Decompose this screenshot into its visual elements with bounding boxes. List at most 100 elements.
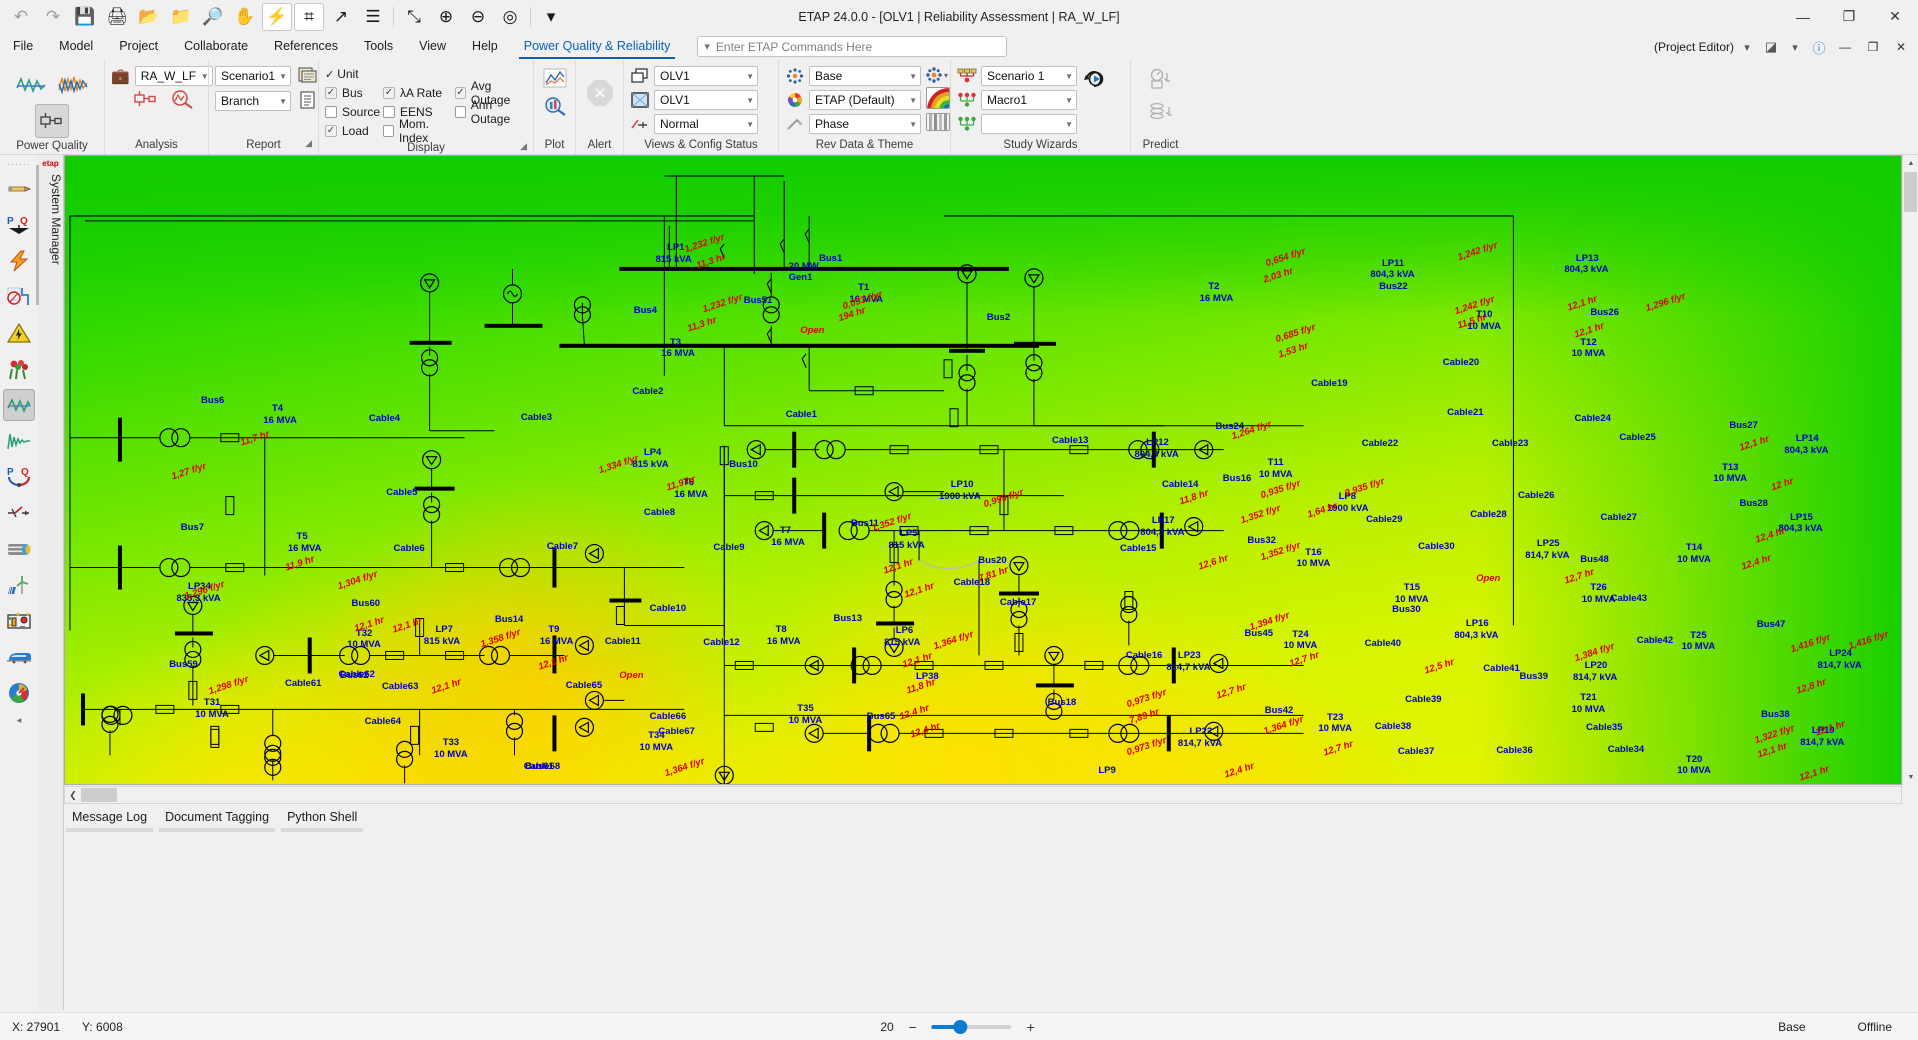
optimal-power-flow-icon[interactable]: PQ <box>3 461 35 493</box>
scroll-down-icon[interactable]: ▼ <box>1903 769 1918 785</box>
report-scenario-combo[interactable]: Scenario1 ▼ <box>215 66 291 86</box>
plot-chart-icon[interactable] <box>543 68 567 91</box>
load-flow-pq-icon[interactable]: PQ <box>3 209 35 241</box>
save-icon[interactable]: 💾 <box>70 3 100 31</box>
edit-pencil-icon[interactable] <box>3 173 35 205</box>
color-ramp-icon[interactable] <box>926 87 950 109</box>
pointer-select-icon[interactable]: ↗ <box>326 3 356 31</box>
cable-ampacity-icon[interactable] <box>3 533 35 565</box>
cable-pulling-icon[interactable] <box>3 353 35 385</box>
display-dialog-launcher-icon[interactable]: ◢ <box>520 138 527 155</box>
logo-chevron-icon[interactable]: ▾ <box>1784 37 1806 57</box>
canvas-horizontal-scrollbar[interactable]: ❮ <box>64 786 1902 804</box>
zoom-in-button[interactable]: + <box>1024 1019 1038 1035</box>
star-protection-icon[interactable] <box>3 281 35 313</box>
run-study-icon[interactable] <box>1083 66 1105 93</box>
one-line-diagram-canvas[interactable]: Bus1Bus2Bus4Bus51Bus6Bus7Bus10Bus11Bus14… <box>64 155 1902 785</box>
minimize-button[interactable]: — <box>1780 0 1826 33</box>
system-manager-panel[interactable]: etap System Manager <box>38 155 64 1010</box>
bottom-tab-document-tagging[interactable]: Document Tagging <box>157 808 277 827</box>
dashboard-gauge-icon[interactable] <box>3 677 35 709</box>
normal-config-combo[interactable]: Normal▼ <box>654 114 758 134</box>
harmonic-analysis-icon[interactable] <box>14 68 48 102</box>
reliability-inspect-icon[interactable] <box>169 89 195 112</box>
zoom-fit-icon[interactable]: ⤡ <box>399 3 429 31</box>
display-check-source[interactable]: Source <box>325 103 383 121</box>
theme-palette-combo[interactable]: ETAP (Default)▼ <box>809 90 921 110</box>
overflow-icon[interactable]: ▾ <box>536 3 566 31</box>
gray-ramp-icon[interactable] <box>926 113 950 131</box>
etap-command-input[interactable]: ▾ Enter ETAP Commands Here <box>697 36 1007 57</box>
menu-item-collaborate[interactable]: Collaborate <box>171 35 261 59</box>
display-check-load[interactable]: ✓Load <box>325 122 383 140</box>
restore-button[interactable]: ❐ <box>1826 0 1872 33</box>
display-check-ann-outage[interactable]: Ann Outage <box>455 103 527 121</box>
report-type-combo[interactable]: Branch ▼ <box>215 91 291 111</box>
doc-close-button[interactable]: ✕ <box>1888 37 1914 57</box>
menu-item-tools[interactable]: Tools <box>351 35 406 59</box>
horizontal-scroll-thumb[interactable] <box>81 788 117 802</box>
grid-icon[interactable]: ⌗ <box>294 3 324 31</box>
close-button[interactable]: ✕ <box>1872 0 1918 33</box>
project-editor-chevron-icon[interactable]: ▾ <box>1736 37 1758 57</box>
report-icon[interactable]: ☰ <box>358 3 388 31</box>
phase-combo[interactable]: Phase▼ <box>809 114 921 134</box>
open-project-icon[interactable]: 📁 <box>166 3 196 31</box>
power-quality-icon[interactable] <box>3 389 35 421</box>
panel-resize-handle[interactable] <box>36 165 39 305</box>
zoom-out-icon[interactable]: ⊖ <box>463 3 493 31</box>
doc-restore-button[interactable]: ❐ <box>1860 37 1886 57</box>
bottom-tab-message-log[interactable]: Message Log <box>64 808 155 827</box>
menu-item-model[interactable]: Model <box>46 35 106 59</box>
pan-hand-icon[interactable]: ✋ <box>230 3 260 31</box>
transient-waveform-icon[interactable] <box>56 68 90 102</box>
menu-item-view[interactable]: View <box>406 35 459 59</box>
scenario-wizard-combo[interactable]: Scenario 1▼ <box>981 66 1077 86</box>
find-icon[interactable]: 🔎 <box>198 3 228 31</box>
bottom-tab-python-shell[interactable]: Python Shell <box>279 808 365 827</box>
transit-traction-icon[interactable] <box>3 641 35 673</box>
plot-inspect-icon[interactable] <box>543 96 567 119</box>
run-reliability-icon[interactable] <box>133 89 159 112</box>
zoom-out-button[interactable]: − <box>906 1019 920 1035</box>
report-text-icon[interactable] <box>298 91 318 112</box>
zoom-selection-icon[interactable]: ◎ <box>495 3 525 31</box>
arc-flash-icon[interactable] <box>3 317 35 349</box>
display-check-mom-index[interactable]: Mom. Index <box>383 122 455 140</box>
zoom-slider[interactable] <box>932 1025 1012 1029</box>
menu-item-references[interactable]: References <box>261 35 351 59</box>
doc-minimize-button[interactable]: — <box>1832 37 1858 57</box>
menu-item-help[interactable]: Help <box>459 35 511 59</box>
rev-compare-icon[interactable]: ▾ <box>926 67 950 83</box>
help-icon[interactable]: ⓘ <box>1808 37 1830 57</box>
renewable-energy-icon[interactable] <box>3 569 35 601</box>
one-line-diagram-icon[interactable]: ⚡ <box>262 3 292 31</box>
power-quality-mode-icon[interactable] <box>35 104 69 138</box>
menu-item-power-quality-reliability[interactable]: Power Quality & Reliability <box>511 35 684 59</box>
views-stack-combo[interactable]: OLV1▼ <box>654 66 758 86</box>
collapse-arrow-icon[interactable]: ◂ <box>3 713 35 727</box>
menu-item-file[interactable]: File <box>0 35 46 59</box>
vertical-scroll-thumb[interactable] <box>1904 172 1917 212</box>
transient-stability-icon[interactable] <box>3 425 35 457</box>
display-check-bus[interactable]: ✓Bus <box>325 84 383 102</box>
display-unit-toggle[interactable]: ✓ Unit <box>325 65 359 83</box>
short-circuit-icon[interactable] <box>3 245 35 277</box>
zoom-in-icon[interactable]: ⊕ <box>431 3 461 31</box>
report-crystal-icon[interactable] <box>298 66 318 87</box>
study-case-combo[interactable]: RA_W_LF ▼ <box>135 66 213 86</box>
zoom-slider-knob[interactable] <box>954 1020 968 1034</box>
config-status-combo[interactable]: OLV1▼ <box>654 90 758 110</box>
scroll-up-icon[interactable]: ▲ <box>1903 155 1918 171</box>
scroll-left-icon[interactable]: ❮ <box>65 790 81 801</box>
project-wizard-combo[interactable]: ▼ <box>981 114 1077 134</box>
canvas-vertical-scrollbar[interactable]: ▲ ▼ <box>1902 155 1918 785</box>
switching-sequence-icon[interactable] <box>3 497 35 529</box>
menu-item-project[interactable]: Project <box>106 35 171 59</box>
display-check-a-rate[interactable]: ✓λA Rate <box>383 84 455 102</box>
report-dialog-launcher-icon[interactable]: ◢ <box>305 135 312 152</box>
print-icon[interactable]: 🖨 <box>102 3 132 31</box>
new-project-icon[interactable]: 📂 <box>134 3 164 31</box>
rev-data-combo[interactable]: Base▼ <box>809 66 921 86</box>
control-circuit-icon[interactable] <box>3 605 35 637</box>
